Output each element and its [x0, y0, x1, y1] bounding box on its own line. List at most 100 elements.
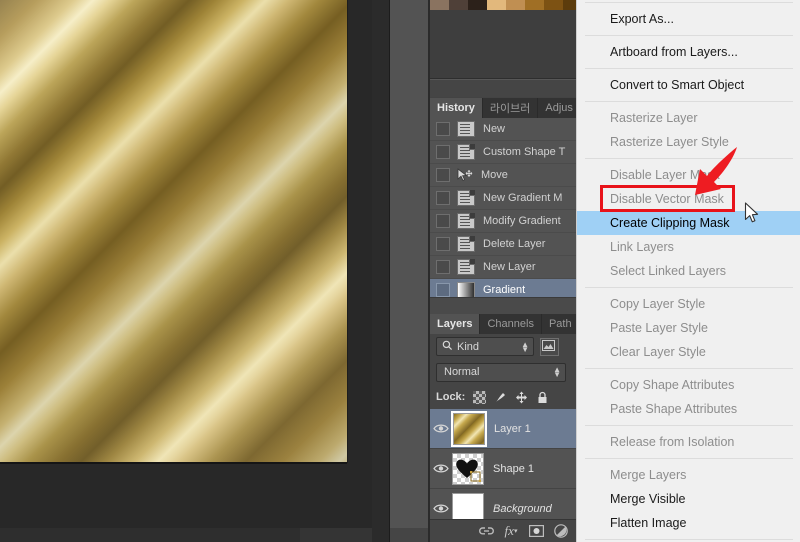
menu-separator [585, 35, 793, 36]
layer-thumbnail[interactable] [452, 452, 484, 485]
layer-visibility-eye-icon[interactable] [430, 463, 452, 474]
image-filter-icon[interactable] [540, 337, 559, 356]
swatches-panel[interactable] [430, 0, 582, 98]
lock-label: Lock: [436, 391, 466, 403]
history-item[interactable]: Move [430, 164, 576, 187]
history-panel-tabs[interactable]: History 라이브러 Adjus [430, 98, 581, 118]
swatch-6[interactable] [544, 0, 563, 10]
layers-tab-2[interactable]: Path [541, 314, 580, 334]
document-icon [457, 121, 475, 137]
lock-transparent-pixels-icon[interactable] [473, 390, 487, 404]
layers-panel-footer[interactable]: fx ▾ [430, 519, 576, 542]
menu-item-merge-visible[interactable]: Merge Visible [577, 487, 800, 511]
menu-item-disable-layer-mask: Disable Layer Mask [610, 168, 720, 182]
layers-panel-tabs[interactable]: Layers Channels Path [430, 314, 580, 334]
menu-separator [585, 68, 793, 69]
workspace-gutter [372, 0, 390, 542]
lock-row[interactable]: Lock: [430, 385, 576, 410]
history-tab-0[interactable]: History [430, 98, 483, 118]
menu-item-select-linked-layers: Select Linked Layers [610, 264, 727, 278]
history-panel-footer[interactable] [430, 297, 576, 314]
layers-filter-row[interactable]: Kind ▲ ▼ [430, 334, 576, 359]
swatches-row[interactable] [430, 0, 582, 10]
history-panel[interactable]: History 라이브러 Adjus New Custom Shape T Move Ne… [430, 98, 581, 314]
layers-panel[interactable]: Layers Channels Path Kind ▲ ▼ Normal ▲ ▼… [430, 314, 580, 542]
menu-separator [585, 101, 793, 102]
history-item[interactable]: Modify Gradient [430, 210, 576, 233]
history-item[interactable]: Delete Layer [430, 233, 576, 256]
swatches-panel-body[interactable] [430, 10, 576, 79]
history-item[interactable]: New Layer [430, 256, 576, 279]
add-layer-mask-icon[interactable] [526, 523, 546, 539]
layer-style-fx-icon[interactable]: fx ▾ [501, 523, 521, 539]
lock-all-icon[interactable] [536, 391, 549, 404]
menu-item-disable-vector-mask: Disable Vector Mask [610, 192, 724, 206]
menu-separator [585, 158, 793, 159]
new-fill-adjustment-icon[interactable] [551, 523, 571, 539]
blend-mode-row[interactable]: Normal ▲ ▼ [430, 359, 576, 385]
layer-context-menu[interactable]: Export As... Artboard from Layers... Conve… [576, 0, 800, 542]
menu-item-copy-layer-style: Copy Layer Style [610, 297, 706, 311]
history-snapshot-checkbox[interactable] [436, 145, 450, 159]
layer-name: Shape 1 [493, 462, 534, 475]
swatch-5[interactable] [525, 0, 544, 10]
link-layers-icon[interactable] [476, 523, 496, 539]
layers-tab-0[interactable]: Layers [430, 314, 481, 334]
menu-separator [585, 287, 793, 288]
layer-row[interactable]: Layer 1 [430, 409, 576, 449]
history-item-label: New Gradient M [483, 192, 563, 204]
layer-visibility-eye-icon[interactable] [430, 423, 452, 434]
menu-item-artboard-from-layers[interactable]: Artboard from Layers... [577, 40, 800, 64]
history-snapshot-checkbox[interactable] [436, 191, 450, 205]
chevron-updown-icon[interactable]: ▲ ▼ [521, 340, 529, 353]
document-icon [457, 190, 475, 206]
layer-kind-filter[interactable]: Kind ▲ ▼ [436, 337, 534, 356]
history-item[interactable]: New Gradient M [430, 187, 576, 210]
canvas-gold-gradient-image[interactable] [0, 0, 347, 462]
layer-list[interactable]: Layer 1 Shape 1 Background [430, 409, 576, 526]
swatch-4[interactable] [506, 0, 525, 10]
menu-item-copy-shape-attributes: Copy Shape Attributes [610, 378, 735, 392]
lock-position-icon[interactable] [515, 391, 528, 404]
layers-tab-1[interactable]: Channels [480, 314, 542, 334]
layer-row[interactable]: Shape 1 [430, 449, 576, 489]
history-item[interactable]: Custom Shape T [430, 141, 576, 164]
menu-separator [585, 368, 793, 369]
swatch-2[interactable] [468, 0, 487, 10]
move-tool-icon [457, 168, 473, 182]
history-snapshot-checkbox[interactable] [436, 283, 450, 297]
history-item[interactable]: New [430, 118, 576, 141]
canvas-bottom-edge [0, 462, 347, 464]
menu-item-merge-layers: Merge Layers [610, 468, 687, 482]
swatch-0[interactable] [430, 0, 449, 10]
menu-item-convert-to-smart-object[interactable]: Convert to Smart Object [577, 73, 800, 97]
lock-image-pixels-icon[interactable] [494, 391, 507, 404]
history-snapshot-checkbox[interactable] [436, 168, 450, 182]
menu-item-paste-layer-style: Paste Layer Style [610, 321, 708, 335]
layer-visibility-eye-icon[interactable] [430, 503, 452, 514]
swatch-1[interactable] [449, 0, 468, 10]
menu-item-flatten-image[interactable]: Flatten Image [577, 511, 800, 535]
history-tab-1[interactable]: 라이브러 [482, 98, 539, 118]
search-icon [442, 340, 453, 354]
menu-item-clear-layer-style: Clear Layer Style [610, 345, 706, 359]
blend-mode-value: Normal [444, 366, 480, 378]
history-snapshot-checkbox[interactable] [436, 260, 450, 274]
history-snapshot-checkbox[interactable] [436, 122, 450, 136]
menu-item-create-clipping-mask[interactable]: Create Clipping Mask [577, 211, 800, 235]
layer-thumbnail[interactable] [451, 410, 487, 447]
document-canvas-area[interactable] [0, 0, 372, 542]
blend-chevron-updown-icon[interactable]: ▲ ▼ [553, 366, 561, 379]
blend-mode-select[interactable]: Normal ▲ ▼ [436, 362, 566, 382]
document-icon [457, 144, 475, 160]
history-snapshot-checkbox[interactable] [436, 214, 450, 228]
history-list[interactable]: New Custom Shape T Move New Gradient M Modif… [430, 118, 576, 314]
menu-item-export-as[interactable]: Export As... [577, 7, 800, 31]
history-tab-2[interactable]: Adjus [538, 98, 581, 118]
menu-item-rasterize-layer: Rasterize Layer [610, 111, 698, 125]
layer-name: Layer 1 [494, 422, 531, 435]
swatches-panel-footer[interactable] [430, 79, 576, 97]
history-snapshot-checkbox[interactable] [436, 237, 450, 251]
app-bottom-strip-inner [0, 528, 300, 542]
swatch-3[interactable] [487, 0, 506, 10]
